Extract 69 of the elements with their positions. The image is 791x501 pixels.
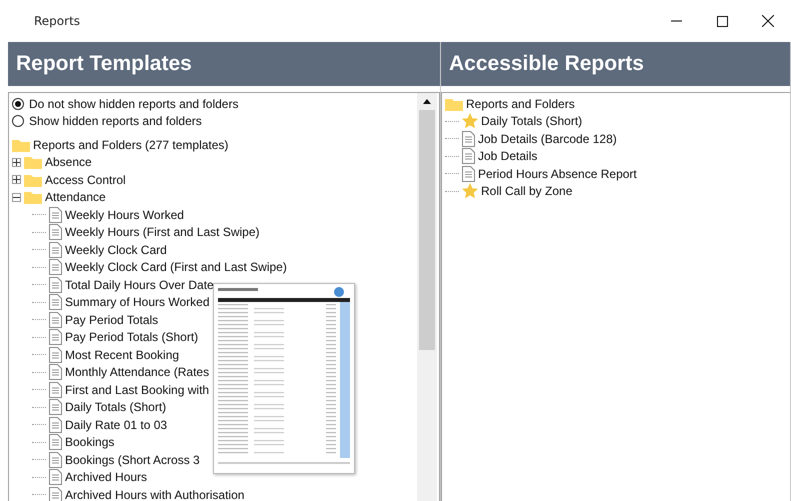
document-icon (49, 382, 62, 398)
document-icon (49, 312, 62, 328)
tree-item[interactable]: Daily Totals (Short) (481, 114, 582, 128)
minimize-icon (670, 20, 682, 22)
tree-item[interactable]: Monthly Attendance (Rates (65, 365, 210, 380)
document-icon (462, 148, 475, 164)
tree-item[interactable]: Period Hours Absence Report (478, 166, 637, 181)
tree-item[interactable]: Reports and Folders (466, 96, 575, 111)
tree-item[interactable]: Absence (45, 155, 92, 170)
folder-icon (24, 172, 42, 187)
document-icon (49, 276, 62, 293)
tree-item[interactable]: First and Last Booking with (65, 382, 210, 397)
document-icon (49, 469, 62, 486)
radio-button[interactable] (12, 98, 24, 110)
tree-item[interactable]: Access Control (45, 172, 126, 187)
window-title: Reports (34, 14, 82, 28)
tree-item[interactable]: Attendance (45, 190, 106, 204)
tree-item[interactable]: Weekly Hours (First and Last Swipe) (65, 225, 260, 240)
tree-item[interactable]: Bookings (65, 435, 114, 450)
tree-item[interactable]: Reports and Folders (277 templates) (33, 138, 228, 152)
tree-item[interactable]: Bookings (Short Across 3 (65, 452, 200, 467)
document-icon (49, 434, 62, 450)
document-icon (49, 364, 62, 380)
tree-item[interactable]: Daily Rate 01 to 03 (65, 418, 168, 432)
tree-item[interactable]: Summary of Hours Worked (65, 295, 210, 310)
tree-item[interactable]: Weekly Clock Card (First and Last Swipe) (65, 260, 287, 274)
document-icon (462, 130, 475, 147)
tree-item[interactable]: Weekly Hours Worked (65, 208, 184, 222)
folder-icon (24, 155, 42, 170)
document-icon (49, 224, 62, 240)
document-icon (49, 399, 62, 416)
document-icon (462, 166, 475, 182)
collapse-icon[interactable] (12, 192, 21, 202)
document-icon (49, 259, 62, 276)
tree-item[interactable]: Pay Period Totals (Short) (65, 330, 198, 344)
close-icon (762, 15, 774, 27)
tree-item[interactable]: Archived Hours (65, 470, 148, 484)
radio-label: Show hidden reports and folders (29, 114, 202, 128)
document-icon (49, 346, 62, 363)
expand-icon[interactable] (12, 175, 21, 184)
scroll-thumb[interactable] (419, 110, 435, 350)
tree-item[interactable]: Total Daily Hours Over Date (65, 278, 214, 292)
radio-label: Do not show hidden reports and folders (29, 96, 238, 111)
scrollbar[interactable] (417, 93, 437, 501)
folder-icon (12, 138, 30, 152)
radio-button[interactable] (12, 115, 24, 128)
document-icon (49, 294, 62, 310)
folder-icon (24, 190, 42, 204)
tree-item[interactable]: Roll Call by Zone (481, 184, 572, 198)
star-icon (462, 113, 478, 130)
tree-item[interactable]: Pay Period Totals (65, 312, 158, 327)
document-icon (49, 242, 62, 258)
document-icon (49, 416, 62, 433)
panel-header: Accessible Reports (441, 42, 790, 86)
expand-icon[interactable] (12, 158, 21, 167)
tree-item[interactable]: Job Details (Barcode 128) (478, 132, 617, 146)
star-icon (462, 183, 478, 200)
document-icon (49, 329, 62, 346)
tree-item[interactable]: Archived Hours with Authorisation (65, 488, 244, 501)
folder-icon (445, 96, 463, 111)
maximize-icon (716, 16, 728, 26)
panel-header: Report Templates (8, 42, 440, 86)
tree-item[interactable]: Daily Totals (Short) (65, 400, 166, 414)
tree-item[interactable]: Job Details (478, 149, 538, 164)
document-icon (49, 206, 62, 223)
tree-item[interactable]: Weekly Clock Card (65, 242, 167, 257)
document-icon (49, 452, 62, 468)
scroll-up-icon[interactable] (423, 99, 431, 104)
tree-item[interactable]: Most Recent Booking (65, 348, 180, 362)
